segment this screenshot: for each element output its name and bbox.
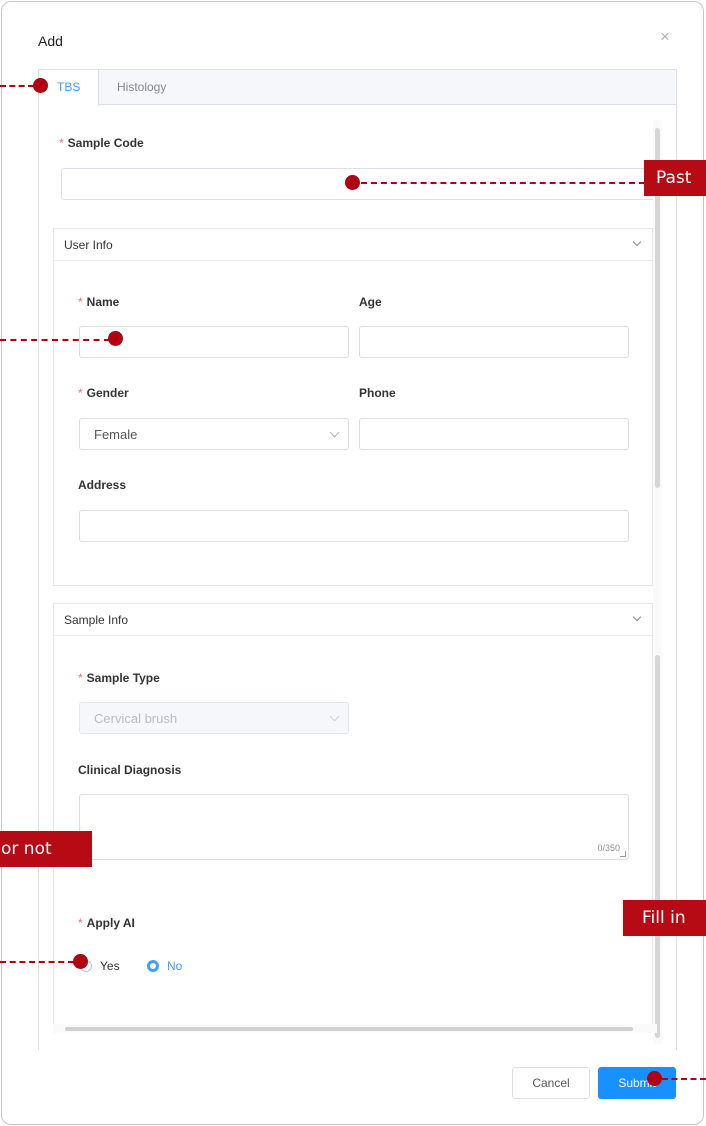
sample-type-value: Cervical brush: [94, 711, 178, 726]
annotation-or-not-callout: or not: [0, 831, 92, 867]
chevron-down-icon: [329, 427, 340, 438]
close-icon[interactable]: ×: [660, 27, 670, 47]
horizontal-scroll-thumb[interactable]: [65, 1027, 633, 1031]
age-input[interactable]: [359, 326, 629, 358]
sample-type-label: * Sample Type: [78, 671, 160, 685]
annotation-dot: [345, 175, 360, 190]
apply-ai-no-radio[interactable]: No: [147, 959, 182, 973]
user-info-title: User Info: [64, 238, 113, 252]
annotation-dot: [647, 1071, 662, 1086]
annotation-dot: [33, 78, 48, 93]
sample-code-label: * Sample Code: [59, 136, 144, 150]
clinical-diagnosis-label: Clinical Diagnosis: [78, 763, 182, 777]
tab-tbs[interactable]: TBS: [39, 70, 99, 106]
chevron-down-icon: [632, 237, 642, 247]
vertical-scroll-thumb-inner[interactable]: [655, 655, 660, 1038]
sample-info-header[interactable]: Sample Info: [54, 604, 652, 636]
user-info-panel: User Info * Name Age * Gender Phone Female…: [53, 228, 653, 586]
clinical-diagnosis-textarea[interactable]: 0/350: [79, 794, 629, 860]
address-label: Address: [78, 478, 127, 492]
gender-value: Female: [94, 427, 138, 442]
chevron-down-icon: [329, 711, 340, 722]
sample-type-select[interactable]: Cervical brush: [79, 702, 349, 734]
dialog-title: Add: [38, 33, 63, 49]
address-input[interactable]: [79, 510, 629, 542]
annotation-line: [361, 182, 645, 184]
annotation-dot: [108, 331, 123, 346]
sample-info-title: Sample Info: [64, 613, 129, 627]
age-label: Age: [359, 295, 382, 309]
annotation-line: [0, 339, 110, 341]
gender-label: * Gender: [78, 386, 129, 400]
tabs-card: TBS Histology * Sample Code User Info * Na…: [38, 69, 677, 1050]
resize-handle-icon[interactable]: [620, 851, 626, 857]
sample-info-panel: Sample Info * Sample Type Cervical brush …: [53, 603, 653, 1025]
required-mark: *: [59, 136, 64, 150]
annotation-fill-callout: Fill in: [623, 900, 706, 936]
name-label: * Name: [78, 295, 120, 309]
char-counter: 0/350: [597, 843, 620, 853]
add-dialog: Add × TBS Histology * Sample Code User In…: [1, 1, 704, 1125]
annotation-dot: [73, 954, 88, 969]
user-info-header[interactable]: User Info: [54, 229, 652, 261]
phone-input[interactable]: [359, 418, 629, 450]
annotation-paste-callout: Past: [644, 160, 706, 196]
annotation-line: [662, 1078, 706, 1080]
horizontal-scrollbar[interactable]: [53, 1024, 657, 1033]
radio-checked-icon: [147, 960, 159, 972]
chevron-down-icon: [632, 612, 642, 622]
submit-button[interactable]: Submit: [598, 1067, 676, 1099]
apply-ai-label: * Apply AI: [78, 916, 135, 930]
phone-label: Phone: [359, 386, 396, 400]
tab-bar: TBS Histology: [39, 70, 676, 106]
annotation-line: [0, 85, 34, 87]
tab-histology[interactable]: Histology: [117, 70, 166, 106]
cancel-button[interactable]: Cancel: [512, 1067, 590, 1099]
form-scroll-area: * Sample Code User Info * Name Age * Gender…: [39, 106, 676, 1050]
gender-select[interactable]: Female: [79, 418, 349, 450]
annotation-line: [0, 961, 74, 963]
